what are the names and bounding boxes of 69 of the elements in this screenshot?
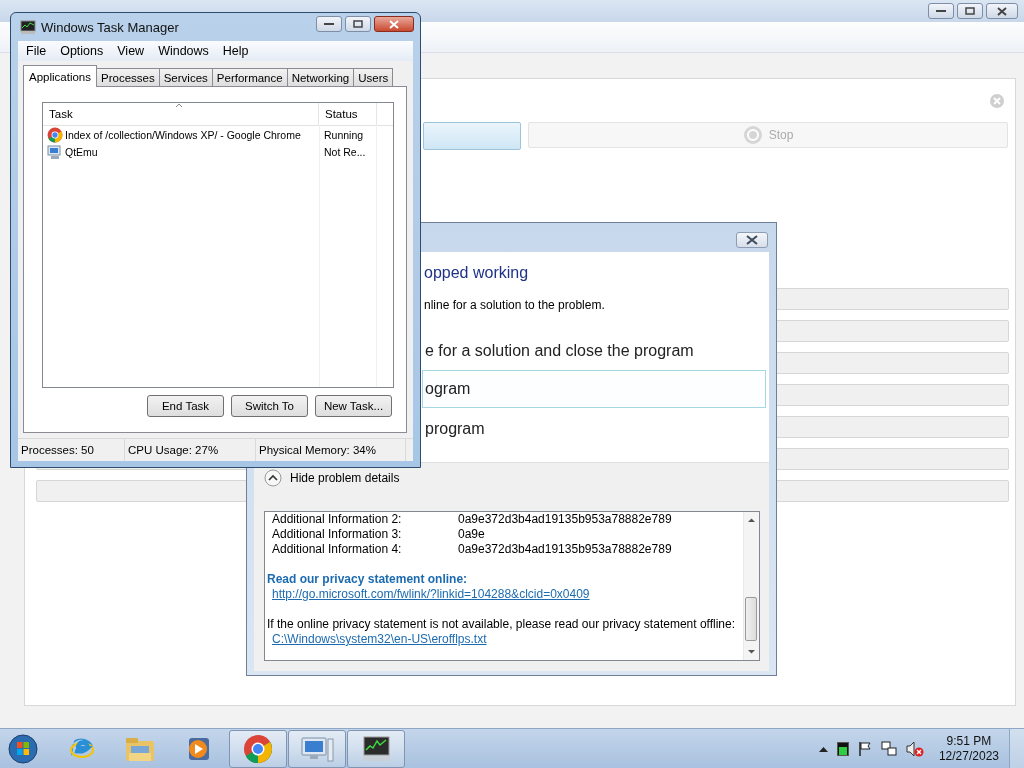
detail-label: Additional Information 3:	[272, 527, 403, 542]
network-icon[interactable]	[880, 740, 897, 757]
menu-item[interactable]: View	[110, 44, 152, 58]
details-toggle[interactable]: Hide problem details	[264, 469, 400, 487]
media-player-icon	[186, 735, 212, 762]
chrome-icon	[47, 126, 63, 143]
detail-label: Additional Information 2:	[272, 512, 403, 527]
column-header[interactable]: Status	[319, 103, 377, 125]
menu-item[interactable]: File	[19, 44, 54, 58]
flag-icon[interactable]	[857, 740, 872, 757]
detail-value: 0a9e372d3b4ad19135b953a78882e789	[458, 542, 672, 557]
dialog-heading: opped working	[424, 264, 529, 282]
privacy-heading: Read our privacy statement online:	[267, 572, 469, 587]
close-icon	[746, 235, 758, 245]
close-icon	[997, 6, 1007, 16]
task-manager-icon	[20, 19, 36, 35]
action-button[interactable]: New Task...	[315, 395, 392, 417]
table-cell: Index of /collection/Windows XP/ - Google Chrome	[43, 126, 319, 143]
table-cell: QtEmu	[43, 143, 319, 160]
taskbar-button[interactable]	[347, 729, 405, 768]
clock-time: 9:51 PM	[946, 733, 992, 749]
minimize-button[interactable]	[928, 3, 954, 19]
close-button[interactable]	[736, 232, 768, 248]
scrollbar[interactable]	[743, 512, 759, 660]
column-header[interactable]: Task	[43, 103, 319, 125]
table-cell-text: Not Re...	[323, 145, 366, 158]
menu-item[interactable]: Windows	[151, 44, 216, 58]
clock-date: 12/27/2023	[938, 748, 999, 764]
window-title: Windows Task Manager	[41, 19, 179, 35]
minimize-icon	[936, 9, 946, 13]
menu-item[interactable]: Help	[215, 44, 256, 58]
start-button[interactable]	[423, 122, 521, 150]
privacy-link[interactable]: http://go.microsoft.com/fwlink/?linkid=104288&clcid=0x0409	[267, 587, 590, 602]
maximize-icon	[353, 20, 363, 28]
close-icon	[389, 19, 399, 29]
action-button[interactable]: Switch To	[231, 395, 308, 417]
chrome-icon	[243, 733, 273, 764]
dialog-option[interactable]: e for a solution and close the program	[422, 332, 766, 370]
detail-label: Additional Information 4:	[272, 542, 403, 557]
stop-icon	[742, 125, 763, 145]
table-cell-text: Running	[323, 128, 364, 141]
minimize-button[interactable]	[316, 16, 342, 32]
dialog-description: nline for a solution to the problem.	[424, 298, 605, 312]
detail-value: 0a9e372d3b4ad19135b953a78882e789	[458, 512, 672, 527]
action-button[interactable]: End Task	[147, 395, 224, 417]
scroll-down-icon[interactable]	[747, 647, 756, 656]
close-button[interactable]	[986, 3, 1018, 19]
scroll-up-icon[interactable]	[747, 516, 756, 525]
close-button[interactable]	[374, 16, 414, 32]
muted-speaker-icon[interactable]	[905, 740, 924, 757]
clock[interactable]: 9:51 PM 12/27/2023	[938, 733, 999, 764]
menu-item[interactable]: Options	[53, 44, 111, 58]
meter-icon[interactable]	[836, 741, 849, 756]
maximize-button[interactable]	[345, 16, 371, 32]
show-hidden-icons-icon[interactable]	[818, 745, 828, 752]
maximize-icon	[965, 7, 975, 15]
status-text: CPU Usage: 27%	[125, 439, 256, 461]
status-text: Processes: 50	[18, 439, 125, 461]
scroll-thumb[interactable]	[745, 597, 757, 641]
dialog-option[interactable]: program	[422, 410, 766, 448]
offline-note: If the online privacy statement is not available, please read our privacy statement offline:	[267, 617, 737, 632]
computer-icon	[47, 143, 63, 160]
dialog-option[interactable]: ogram	[422, 370, 766, 408]
tab[interactable]: Applications	[23, 65, 97, 87]
offline-link[interactable]: C:\Windows\system32\en-US\erofflps.txt	[267, 632, 487, 647]
detail-value: 0a9e	[458, 527, 485, 542]
status-text: Physical Memory: 34%	[256, 439, 406, 461]
start-button[interactable]	[8, 733, 38, 764]
maximize-button[interactable]	[957, 3, 983, 19]
